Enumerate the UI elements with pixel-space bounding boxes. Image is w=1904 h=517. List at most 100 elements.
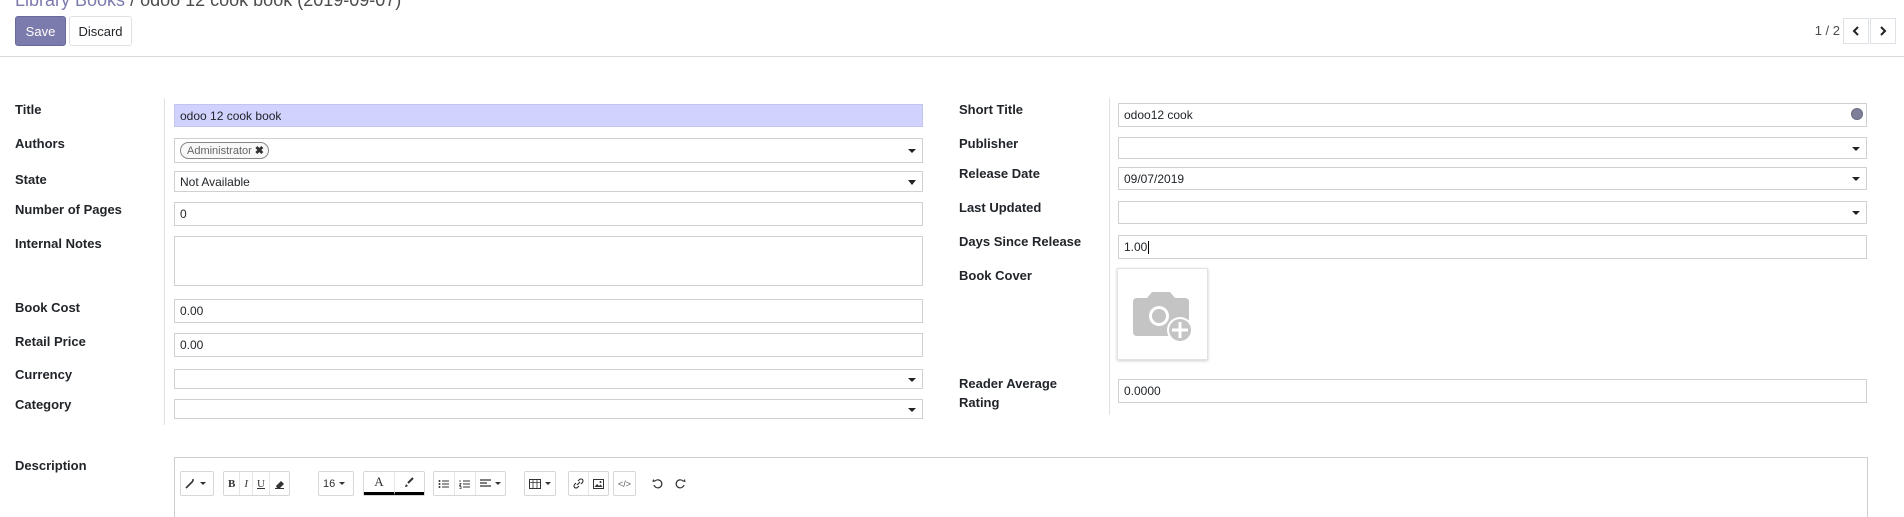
price-input[interactable]: 0.00	[174, 333, 923, 357]
price-label: Retail Price	[15, 334, 86, 349]
caret-icon	[545, 482, 551, 485]
brush-icon[interactable]	[394, 472, 424, 495]
breadcrumb-current: odoo 12 cook book (2019-09-07)	[140, 0, 402, 10]
dropdown-caret-icon	[1852, 177, 1860, 181]
font-size-value: 16	[323, 477, 336, 490]
notes-label: Internal Notes	[15, 236, 102, 251]
book-cover-label: Book Cover	[959, 268, 1032, 283]
breadcrumb-parent-link[interactable]: Library Books	[15, 0, 125, 10]
description-label: Description	[15, 458, 87, 473]
table-icon	[529, 478, 541, 489]
dropdown-caret-icon	[908, 180, 916, 185]
publisher-label: Publisher	[959, 136, 1019, 151]
undo-icon[interactable]	[649, 475, 666, 491]
caret-icon	[200, 482, 206, 485]
color-group: A	[363, 471, 425, 496]
title-input[interactable]: odoo 12 cook book	[174, 104, 923, 127]
table-group	[524, 471, 556, 496]
style-group	[180, 471, 214, 496]
breadcrumb-separator: /	[125, 0, 141, 10]
description-html-editor[interactable]: B I U 16 A </>	[174, 457, 1868, 517]
caret-icon	[495, 482, 501, 485]
pages-label: Number of Pages	[15, 202, 122, 217]
short-title-value: odoo12 cook	[1124, 108, 1193, 122]
chevron-left-icon	[1852, 26, 1859, 36]
underline-icon[interactable]: U	[252, 472, 269, 495]
last-updated-input[interactable]	[1118, 201, 1867, 224]
font-size-dropdown[interactable]: 16	[319, 472, 349, 495]
unordered-list-icon[interactable]	[434, 472, 454, 495]
link-icon[interactable]	[569, 472, 588, 495]
short-title-label: Short Title	[959, 102, 1024, 117]
pages-input[interactable]: 0	[174, 202, 923, 226]
magic-icon	[185, 479, 194, 489]
control-panel-divider	[0, 56, 1904, 57]
release-date-value: 09/07/2019	[1124, 171, 1185, 186]
font-group: B I U	[223, 471, 290, 496]
days-since-value: 1.00	[1124, 240, 1148, 254]
insert-group	[568, 471, 609, 496]
publisher-select[interactable]	[1118, 137, 1867, 159]
cost-input[interactable]: 0.00	[174, 299, 923, 323]
breadcrumb: Library Books / odoo 12 cook book (2019-…	[15, 0, 401, 9]
dropdown-caret-icon	[1852, 147, 1860, 151]
authors-many2many-field[interactable]: Administrator ✖	[174, 138, 923, 163]
redo-icon[interactable]	[672, 475, 689, 491]
cost-label: Book Cost	[15, 300, 80, 315]
release-date-label: Release Date	[959, 166, 1040, 181]
rating-value: 0.0000	[1124, 384, 1161, 398]
pager-previous-button[interactable]	[1843, 18, 1869, 44]
code-icon[interactable]: </>	[614, 472, 635, 495]
last-updated-label: Last Updated	[959, 200, 1042, 215]
align-dropdown[interactable]	[475, 472, 505, 495]
rating-label: Reader Average Rating	[959, 376, 1057, 411]
notes-textarea[interactable]	[174, 236, 923, 286]
save-button[interactable]: Save	[15, 16, 66, 46]
days-since-label: Days Since Release	[959, 234, 1082, 249]
rating-label-line1: Reader Average	[959, 376, 1058, 391]
category-select[interactable]	[174, 399, 923, 419]
discard-button[interactable]: Discard	[69, 16, 132, 46]
table-dropdown[interactable]	[525, 472, 555, 495]
dropdown-caret-icon	[1852, 211, 1860, 215]
camera-plus-icon	[1132, 292, 1193, 343]
release-date-input[interactable]: 09/07/2019	[1118, 167, 1867, 190]
font-color-icon[interactable]: A	[364, 472, 394, 495]
chevron-right-icon	[1880, 26, 1887, 36]
pager-next-button[interactable]	[1870, 18, 1896, 44]
currency-label: Currency	[15, 367, 73, 382]
price-value: 0.00	[180, 338, 204, 352]
days-since-input[interactable]: 1.00	[1118, 235, 1867, 259]
dropdown-caret-icon	[908, 378, 916, 382]
category-label: Category	[15, 397, 72, 412]
caret-icon	[339, 482, 346, 485]
history-group	[649, 475, 689, 491]
pager-value[interactable]: 1 / 2	[1815, 23, 1840, 38]
remove-tag-icon[interactable]: ✖	[255, 144, 264, 157]
picture-icon[interactable]	[588, 472, 608, 495]
short-title-input[interactable]: odoo12 cook	[1118, 103, 1867, 127]
dropdown-caret-icon	[908, 408, 916, 412]
author-tag-label: Administrator	[187, 144, 252, 157]
dropdown-caret-icon[interactable]	[908, 149, 916, 153]
left-group-separator	[164, 98, 165, 425]
book-cover-image-upload[interactable]	[1117, 268, 1208, 360]
code-group: </>	[613, 471, 637, 496]
title-value: odoo 12 cook book	[180, 108, 282, 123]
globe-icon[interactable]	[1851, 108, 1863, 120]
bold-icon[interactable]: B	[224, 472, 239, 495]
align-icon	[480, 479, 491, 487]
title-label: Title	[15, 102, 42, 117]
style-dropdown[interactable]	[181, 472, 210, 495]
ordered-list-icon[interactable]	[454, 472, 475, 495]
currency-select[interactable]	[174, 369, 923, 389]
paragraph-group	[433, 471, 506, 496]
cost-value: 0.00	[180, 304, 204, 318]
rating-input[interactable]: 0.0000	[1118, 379, 1867, 403]
state-select[interactable]: Not Available	[174, 171, 923, 192]
state-label: State	[15, 172, 47, 187]
authors-label: Authors	[15, 136, 65, 151]
italic-icon[interactable]: I	[239, 472, 252, 495]
state-value: Not Available	[180, 174, 250, 189]
eraser-icon[interactable]	[268, 472, 289, 495]
